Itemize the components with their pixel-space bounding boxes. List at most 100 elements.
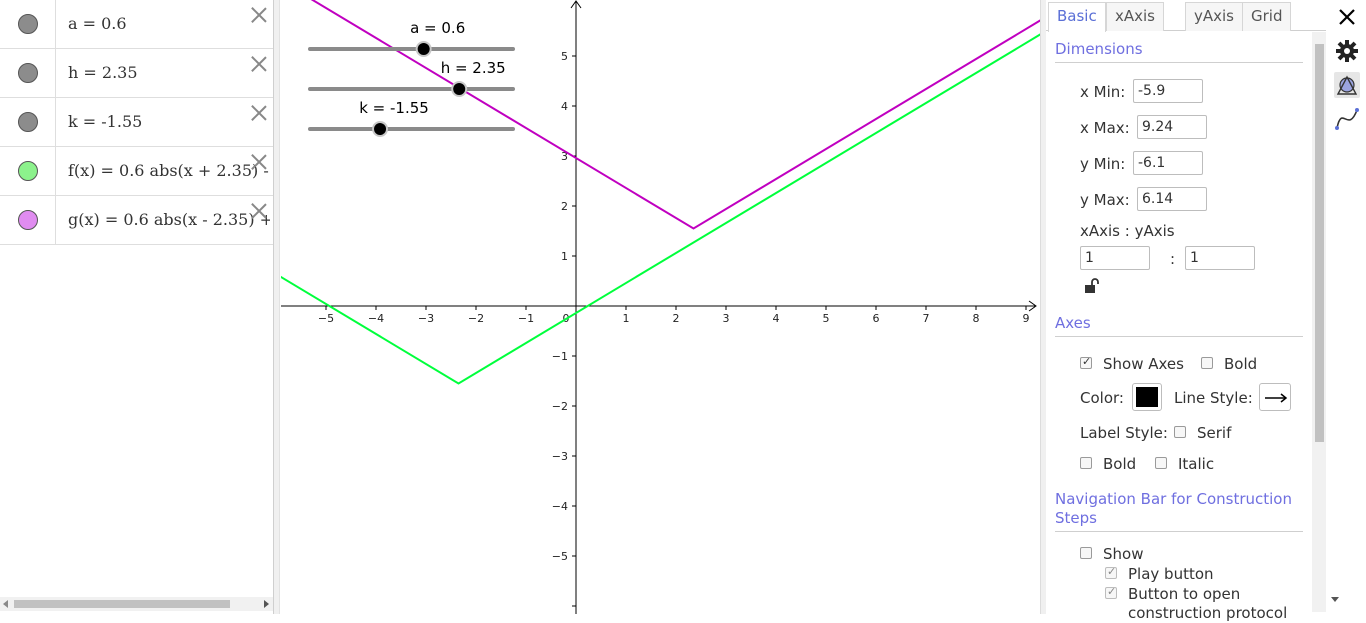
ymin-label: y Min:	[1080, 155, 1126, 173]
unlock-icon[interactable]	[1083, 277, 1101, 295]
color-swatch-button[interactable]	[1132, 383, 1162, 411]
open-protocol-checkbox[interactable]	[1105, 585, 1117, 599]
horizontal-scrollbar[interactable]	[0, 597, 273, 611]
slider-label: h = 2.35	[441, 59, 506, 77]
ymax-input[interactable]	[1137, 187, 1207, 211]
close-icon[interactable]	[1334, 4, 1360, 30]
algebra-item-h[interactable]: h = 2.35	[0, 49, 273, 98]
y-tick-label: 2	[561, 200, 568, 213]
marble-icon[interactable]	[18, 14, 38, 34]
ratio-separator: :	[1170, 250, 1176, 268]
x-tick-label: 1	[623, 312, 630, 325]
ymax-label: y Max:	[1080, 191, 1130, 209]
ratio-y-input[interactable]	[1185, 246, 1255, 270]
algebra-item-g[interactable]: g(x) = 0.6 abs(x - 2.35) + 1.55	[0, 196, 273, 245]
show-axes-label: Show Axes	[1103, 355, 1184, 373]
xmin-input[interactable]	[1133, 79, 1203, 103]
section-title-navigation: Navigation Bar for Construction Steps	[1055, 490, 1292, 527]
tab-grid[interactable]: Grid	[1242, 2, 1292, 31]
slider-knob[interactable]	[453, 83, 466, 95]
xmax-label: x Max:	[1080, 119, 1130, 137]
tab-yaxis[interactable]: yAxis	[1185, 2, 1243, 31]
x-tick-label: −4	[368, 312, 384, 325]
delete-icon[interactable]	[248, 4, 270, 26]
divider	[1055, 336, 1303, 337]
tab-basic[interactable]: Basic	[1048, 2, 1106, 32]
visibility-toggle[interactable]	[0, 0, 56, 48]
y-tick-label: −5	[552, 550, 568, 563]
ratio-x-input[interactable]	[1080, 246, 1150, 270]
show-navigation-checkbox[interactable]	[1080, 547, 1092, 559]
algebra-item-text[interactable]: k = -1.55	[68, 112, 270, 131]
y-tick-label: −2	[552, 400, 568, 413]
visibility-toggle[interactable]	[0, 49, 56, 97]
serif-checkbox[interactable]	[1174, 426, 1186, 438]
visibility-toggle[interactable]	[0, 147, 56, 195]
scrollbar-thumb[interactable]	[14, 600, 230, 608]
slider-knob[interactable]	[374, 123, 387, 135]
scrollbar-thumb[interactable]	[1315, 44, 1324, 442]
view-splitter[interactable]	[274, 0, 280, 614]
x-tick-label: 9	[1023, 312, 1030, 325]
graphics-view[interactable]: −5 −4 −3 −2 −1 0 1 2 3 4 5 6 7 8 9 5 4 3 2 1 −1 −2 −3 −4 −5 a = …	[281, 0, 1040, 614]
line-style-label: Line Style:	[1174, 389, 1253, 407]
x-tick-label: 3	[723, 312, 730, 325]
x-tick-label: −3	[418, 312, 434, 325]
properties-panel: Basic xAxis yAxis Grid Dimensions x Min:…	[1046, 0, 1366, 622]
delete-icon[interactable]	[248, 200, 270, 222]
play-button-label: Play button	[1128, 565, 1214, 583]
scroll-down-icon[interactable]	[1328, 592, 1342, 606]
italic-checkbox[interactable]	[1155, 457, 1167, 469]
x-tick-label: 4	[773, 312, 780, 325]
bold-axes-checkbox[interactable]	[1201, 357, 1213, 369]
xmax-input[interactable]	[1137, 115, 1207, 139]
algebra-item-text[interactable]: g(x) = 0.6 abs(x - 2.35) + 1.55	[68, 210, 270, 229]
show-axes-checkbox[interactable]	[1080, 355, 1092, 369]
xmin-label: x Min:	[1080, 83, 1126, 101]
delete-icon[interactable]	[248, 102, 270, 124]
algebra-item-f[interactable]: f(x) = 0.6 abs(x + 2.35) - 1.55	[0, 147, 273, 196]
gear-icon[interactable]	[1334, 38, 1360, 64]
marble-icon[interactable]	[18, 210, 38, 230]
serif-label: Serif	[1197, 424, 1232, 442]
section-title-dimensions: Dimensions	[1055, 40, 1143, 58]
marble-icon[interactable]	[18, 63, 38, 83]
y-tick-label: 1	[561, 250, 568, 263]
delete-icon[interactable]	[248, 53, 270, 75]
bold-labels-checkbox[interactable]	[1080, 457, 1092, 469]
algebra-item-text[interactable]: f(x) = 0.6 abs(x + 2.35) - 1.55	[68, 161, 270, 180]
show-navigation-label: Show	[1103, 545, 1144, 563]
algebra-item-text[interactable]: a = 0.6	[68, 14, 270, 33]
open-protocol-label: Button to open construction protocol	[1128, 585, 1288, 622]
marble-icon[interactable]	[18, 112, 38, 132]
delete-icon[interactable]	[248, 151, 270, 173]
scroll-left-icon[interactable]	[3, 600, 8, 608]
properties-scrollbar[interactable]	[1312, 32, 1326, 612]
ymin-input[interactable]	[1133, 151, 1203, 175]
graphics-settings-icon[interactable]	[1334, 72, 1360, 98]
x-tick-label: 8	[973, 312, 980, 325]
color-label: Color:	[1080, 389, 1124, 407]
algebra-item-k[interactable]: k = -1.55	[0, 98, 273, 147]
properties-tabs: Basic xAxis yAxis Grid	[1046, 0, 1328, 32]
visibility-toggle[interactable]	[0, 98, 56, 146]
algebra-item-a[interactable]: a = 0.6	[0, 0, 273, 49]
visibility-toggle[interactable]	[0, 196, 56, 244]
scroll-right-icon[interactable]	[264, 600, 269, 608]
play-button-checkbox[interactable]	[1105, 565, 1117, 579]
x-tick-label: 7	[923, 312, 930, 325]
bold-axes-label: Bold	[1224, 355, 1258, 373]
curve-icon[interactable]	[1334, 106, 1360, 132]
algebra-item-text[interactable]: h = 2.35	[68, 63, 270, 82]
divider	[1055, 62, 1303, 63]
y-tick-label: 5	[561, 50, 568, 63]
line-style-button[interactable]	[1259, 383, 1291, 411]
marble-icon[interactable]	[18, 161, 38, 181]
y-tick-label: −1	[552, 350, 568, 363]
x-tick-label: −5	[318, 312, 334, 325]
graph-canvas[interactable]: −5 −4 −3 −2 −1 0 1 2 3 4 5 6 7 8 954321−1−2−3−4−5 a = …	[281, 0, 1040, 614]
x-tick-label: 6	[873, 312, 880, 325]
slider-knob[interactable]	[417, 43, 430, 55]
slider-label: a = 0.6	[410, 19, 465, 37]
tab-xaxis[interactable]: xAxis	[1106, 2, 1164, 31]
